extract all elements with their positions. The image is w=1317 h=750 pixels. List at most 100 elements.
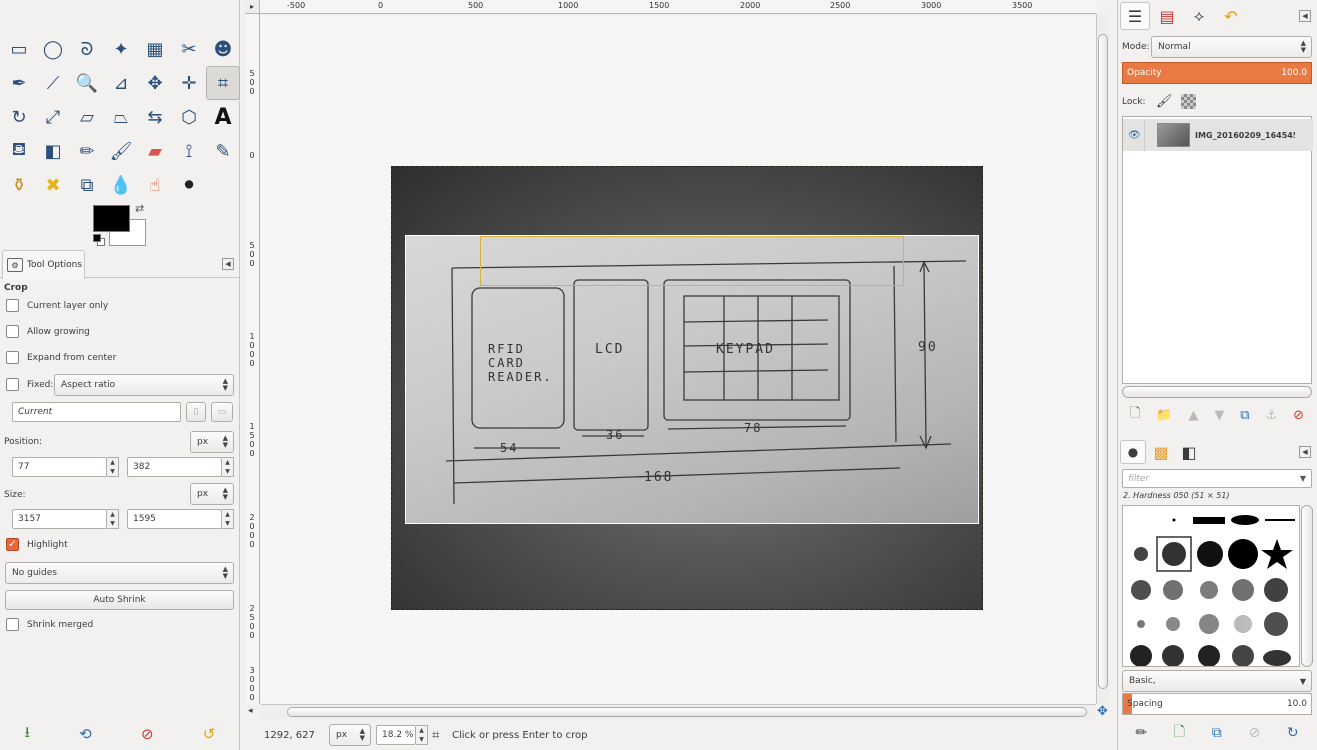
current-layer-only-checkbox[interactable] [6,299,19,312]
fixed-option[interactable]: Fixed: [6,378,53,391]
highlight-option[interactable]: ✓ Highlight [6,538,68,551]
expand-from-center-option[interactable]: Expand from center [6,351,116,364]
tab-tool-options[interactable]: ⚙ Tool Options [2,250,85,279]
navigate-icon[interactable]: ✥ [1097,704,1108,719]
brush-tag-select[interactable]: Basic, ▼ [1122,670,1312,692]
image-canvas[interactable]: RFID CARD READER. LCD KEYPAD 90 54 36 78… [391,166,983,610]
airbrush-icon[interactable]: ⟟ [172,134,206,168]
brushes-vertical-scrollbar[interactable] [1301,505,1313,667]
rect-select-icon[interactable]: ▭ [2,32,36,66]
bucket-fill-icon[interactable]: ⛾ [2,134,36,168]
dodge-burn-icon[interactable]: ⚫ [172,168,206,202]
crop-top-handle[interactable] [480,236,904,286]
size-height-field[interactable]: 1595 [127,509,222,529]
color-select-icon[interactable]: ▦ [138,32,172,66]
flip-icon[interactable]: ⇆ [138,100,172,134]
edit-brush-icon[interactable]: ✏ [1135,725,1147,741]
text-icon[interactable]: A [206,100,240,134]
duplicate-brush-icon[interactable]: ⧉ [1212,725,1222,741]
shear-icon[interactable]: ▱ [70,100,104,134]
foreground-color-swatch-top[interactable] [93,205,130,232]
lock-alpha-icon[interactable] [1181,94,1196,109]
pencil-icon[interactable]: ✏ [70,134,104,168]
rotate-icon[interactable]: ↻ [2,100,36,134]
panel-menu-icon[interactable]: ◀ [222,258,234,270]
new-layer-group-icon[interactable]: 📁 [1156,408,1172,423]
free-select-icon[interactable]: ᘐ [70,32,104,66]
guides-select[interactable]: No guides ▲ ▼ [5,562,234,584]
horizontal-scroll-thumb[interactable] [287,707,1087,717]
crop-icon[interactable]: ⌗ [206,66,240,100]
delete-layer-icon[interactable]: ⊘ [1293,408,1304,423]
fixed-checkbox[interactable] [6,378,19,391]
layers-list[interactable]: 👁 IMG_20160209_164545 [1122,116,1313,384]
position-unit-select[interactable]: px ▲ ▼ [190,431,234,453]
delete-brush-icon[interactable]: ⊘ [1248,725,1260,741]
brushes-grid[interactable] [1122,505,1300,667]
smudge-icon[interactable]: ☝ [138,168,172,202]
layer-row[interactable]: 👁 IMG_20160209_164545 [1123,119,1313,151]
size-width-stepper[interactable]: ▲ ▼ [107,509,119,529]
blend-icon[interactable]: ◧ [36,134,70,168]
ink-icon[interactable]: ✎ [206,134,240,168]
layer-name[interactable]: IMG_20160209_164545 [1195,131,1295,140]
aspect-ratio-entry[interactable]: Current [12,402,181,422]
vertical-scroll-thumb[interactable] [1098,34,1108,689]
swap-colors-icon[interactable]: ⇄ [135,202,144,215]
zoom-field[interactable]: 18.2 % [376,725,416,745]
refresh-brushes-icon[interactable]: ↻ [1287,725,1299,741]
fuzzy-select-icon[interactable]: ✦ [104,32,138,66]
size-unit-select[interactable]: px ▲ ▼ [190,483,234,505]
zoom-icon[interactable]: 🔍 [70,66,104,100]
allow-growing-checkbox[interactable] [6,325,19,338]
measure-icon[interactable]: ⊿ [104,66,138,100]
eraser-icon[interactable]: ▰ [138,134,172,168]
auto-shrink-button[interactable]: Auto Shrink [5,590,234,610]
duplicate-layer-icon[interactable]: ⧉ [1240,408,1249,423]
default-colors-icon[interactable] [93,234,101,242]
shrink-merged-checkbox[interactable] [6,618,19,631]
tab-undo-history[interactable]: ↶ [1216,2,1246,30]
anchor-layer-icon[interactable]: ⚓ [1266,408,1278,423]
cage-transform-icon[interactable]: ⬡ [172,100,206,134]
tab-gradients[interactable]: ◧ [1176,440,1202,464]
crop-rectangle[interactable]: RFID CARD READER. LCD KEYPAD 90 54 36 78… [405,235,979,524]
perspective-icon[interactable]: ⏢ [104,100,138,134]
visibility-eye-icon[interactable]: 👁 [1128,130,1141,141]
layers-horizontal-scrollbar[interactable] [1122,386,1312,398]
ruler-corner-icon[interactable]: ▸ [245,0,260,14]
lock-pixels-icon[interactable]: 🖌 [1156,94,1173,109]
tab-patterns[interactable]: ▩ [1148,440,1174,464]
filter-dropdown-icon[interactable]: ▼ [1300,474,1306,483]
new-layer-icon[interactable]: 🗋 [1130,404,1140,426]
status-unit-select[interactable]: px ▲ ▼ [329,724,371,746]
opacity-slider[interactable]: Opacity 100.0 [1122,62,1312,84]
expand-from-center-checkbox[interactable] [6,351,19,364]
layers-panel-menu-icon[interactable]: ◀ [1299,10,1311,22]
highlight-checkbox[interactable]: ✓ [6,538,19,551]
brush-filter-field[interactable]: filter ▼ [1122,469,1312,488]
size-height-stepper[interactable]: ▲ ▼ [222,509,234,529]
reset-options-icon[interactable]: ↺ [203,725,216,743]
move-icon[interactable]: ✥ [138,66,172,100]
shrink-merged-option[interactable]: Shrink merged [6,618,93,631]
position-x-field[interactable]: 77 [12,457,107,477]
allow-growing-option[interactable]: Allow growing [6,325,90,338]
tab-paths[interactable]: ⟡ [1184,2,1214,30]
canvas-workspace[interactable]: RFID CARD READER. LCD KEYPAD 90 54 36 78… [261,15,1096,703]
quick-mask-icon[interactable]: ◂ [248,706,253,716]
tab-brushes[interactable]: ● [1120,440,1146,464]
blur-icon[interactable]: 💧 [104,168,138,202]
new-brush-icon[interactable]: 🗋 [1174,721,1185,745]
align-icon[interactable]: ✛ [172,66,206,100]
clone-icon[interactable]: ⚱ [2,168,36,202]
zoom-stepper[interactable]: ▲ ▼ [416,725,428,745]
lower-layer-icon[interactable]: ▼ [1214,408,1224,423]
scissors-select-icon[interactable]: ✂ [172,32,206,66]
position-y-stepper[interactable]: ▲ ▼ [222,457,234,477]
horizontal-ruler[interactable]: -500 0 500 1000 1500 2000 2500 3000 3500 [260,0,1096,14]
foreground-select-icon[interactable]: ☻ [206,32,240,66]
paintbrush-icon[interactable]: 🖌 [104,134,138,168]
color-picker-icon[interactable]: ⟋ [36,66,70,100]
perspective-clone-icon[interactable]: ⧉ [70,168,104,202]
